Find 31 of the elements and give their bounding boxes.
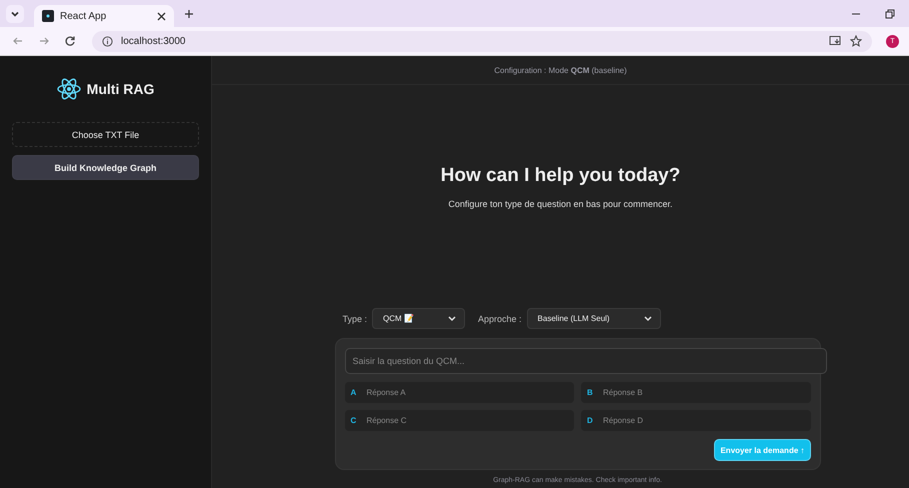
star-icon[interactable] — [850, 35, 862, 47]
favicon-icon — [42, 10, 54, 22]
chevron-down-icon — [644, 316, 652, 322]
answer-letter: A — [350, 388, 356, 397]
approach-select[interactable]: Baseline (LLM Seul) — [526, 308, 661, 329]
restore-icon[interactable] — [885, 8, 895, 18]
welcome-subtitle: Configure ton type de question en bas pour commencer. — [447, 199, 674, 209]
answer-letter: D — [587, 416, 593, 425]
welcome-title: How can I help you today? — [440, 165, 680, 187]
info-icon[interactable] — [102, 36, 113, 46]
back-icon[interactable] — [12, 35, 24, 47]
reload-icon[interactable] — [64, 35, 76, 47]
choose-file-button[interactable]: Choose TXT File — [12, 122, 199, 147]
app-name: Multi RAG — [86, 81, 154, 97]
build-graph-button[interactable]: Build Knowledge Graph — [12, 155, 199, 180]
question-input[interactable]: Saisir la question du QCM... — [344, 348, 826, 374]
answer-letter: B — [587, 388, 593, 397]
type-select[interactable]: QCM 📝 — [372, 308, 466, 329]
forward-icon[interactable] — [38, 35, 50, 47]
config-status: Configuration : Mode QCM (baseline) — [494, 66, 627, 74]
type-label: Type : — [342, 314, 368, 324]
close-icon[interactable] — [157, 12, 166, 20]
install-app-icon[interactable] — [829, 35, 842, 47]
new-tab-icon[interactable] — [184, 8, 194, 18]
chevron-down-icon — [448, 316, 456, 322]
atom-icon — [56, 78, 81, 100]
tab-list-button[interactable] — [6, 4, 24, 22]
approach-label: Approche : — [478, 314, 522, 324]
answer-letter: C — [350, 416, 356, 425]
browser-tab[interactable]: React App — [34, 5, 174, 27]
address-bar[interactable]: localhost:3000 — [92, 30, 872, 52]
